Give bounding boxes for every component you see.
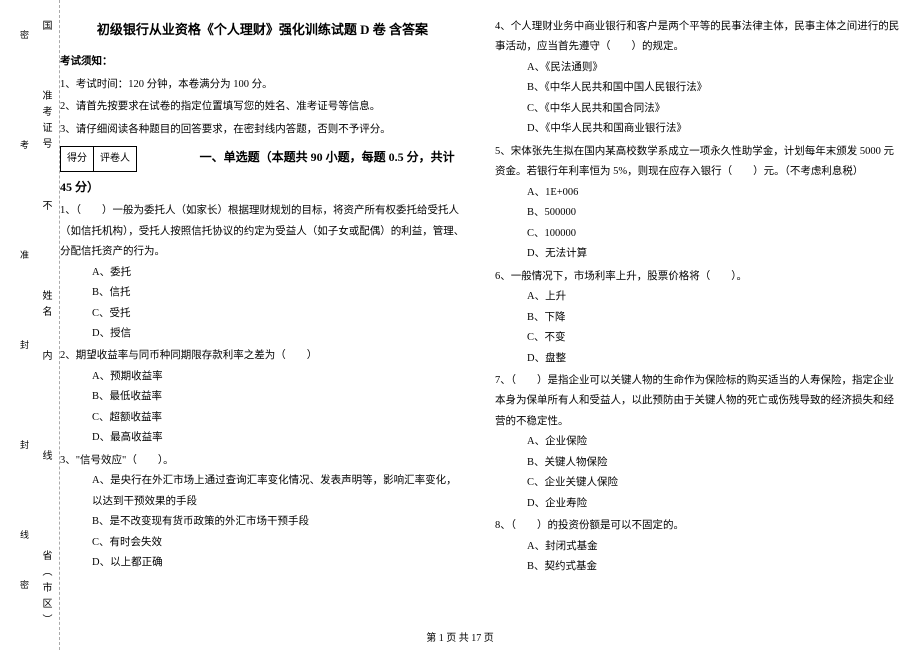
option: A、封闭式基金 xyxy=(495,537,900,557)
seal-label: 封 xyxy=(18,340,31,355)
notice-header: 考试须知： xyxy=(60,52,465,72)
question-stem: 3、"信号效应"（ ）。 xyxy=(60,451,465,471)
seal-label: 封 xyxy=(18,440,31,455)
option: B、关键人物保险 xyxy=(495,453,900,473)
option: D、最高收益率 xyxy=(60,428,465,448)
score-label: 得分 xyxy=(61,147,94,171)
option: A、《民法通则》 xyxy=(495,58,900,78)
question-stem: 5、宋体张先生拟在国内某高校数学系成立一项永久性助学金，计划每年末颁发 5000… xyxy=(495,142,900,183)
option: B、最低收益率 xyxy=(60,387,465,407)
option: D、《中华人民共和国商业银行法》 xyxy=(495,119,900,139)
option: A、预期收益率 xyxy=(60,367,465,387)
option: C、有时会失效 xyxy=(60,533,465,553)
option: A、企业保险 xyxy=(495,432,900,452)
option: B、500000 xyxy=(495,203,900,223)
option: D、授信 xyxy=(60,324,465,344)
option: B、下降 xyxy=(495,308,900,328)
question-stem: 1、（ ）一般为委托人（如家长）根据理财规划的目标，将资产所有权委托给受托人（如… xyxy=(60,201,465,262)
seal-label: 考 xyxy=(18,140,31,155)
notice-item: 3、请仔细阅读各种题目的回答要求，在密封线内答题，否则不予评分。 xyxy=(60,120,465,140)
option: C、《中华人民共和国合同法》 xyxy=(495,99,900,119)
right-column: 4、个人理财业务中商业银行和客户是两个平等的民事法律主体，民事主体之间进行的民事… xyxy=(495,15,900,625)
option: D、无法计算 xyxy=(495,244,900,264)
seal-label: 准 xyxy=(18,250,31,265)
binding-label: 省（市区） xyxy=(38,550,53,630)
option: A、1E+006 xyxy=(495,183,900,203)
question-stem: 7、（ ）是指企业可以关键人物的生命作为保险标的购买适当的人寿保险，指定企业本身… xyxy=(495,371,900,432)
option: D、以上都正确 xyxy=(60,553,465,573)
binding-strip: 国 准考证号 不 姓名 内 线 省（市区） 密 考 准 封 封 线 密 xyxy=(0,0,60,650)
page-body: 初级银行从业资格《个人理财》强化训练试题 D 卷 含答案 考试须知： 1、考试时… xyxy=(60,15,900,625)
exam-title: 初级银行从业资格《个人理财》强化训练试题 D 卷 含答案 xyxy=(60,17,465,42)
option: B、是不改变现有货币政策的外汇市场干预手段 xyxy=(60,512,465,532)
binding-label: 线 xyxy=(38,450,53,466)
seal-label: 密 xyxy=(18,580,31,595)
binding-label: 不 xyxy=(38,200,53,216)
seal-label: 线 xyxy=(18,530,31,545)
binding-label: 姓名 xyxy=(38,290,53,322)
option: D、盘整 xyxy=(495,349,900,369)
grader-label: 评卷人 xyxy=(94,147,136,171)
left-column: 初级银行从业资格《个人理财》强化训练试题 D 卷 含答案 考试须知： 1、考试时… xyxy=(60,15,465,625)
option: B、信托 xyxy=(60,283,465,303)
question-stem: 8、（ ）的投资份额是可以不固定的。 xyxy=(495,516,900,536)
option: C、受托 xyxy=(60,304,465,324)
binding-label: 内 xyxy=(38,350,53,366)
option: A、是央行在外汇市场上通过查询汇率变化情况、发表声明等，影响汇率变化，以达到干预… xyxy=(60,471,465,512)
question-stem: 6、一般情况下，市场利率上升，股票价格将（ ）。 xyxy=(495,267,900,287)
question-stem: 2、期望收益率与同币种同期限存款利率之差为（ ） xyxy=(60,346,465,366)
binding-label: 准考证号 xyxy=(38,90,53,154)
binding-label: 国 xyxy=(38,20,53,36)
page-footer: 第 1 页 共 17 页 xyxy=(0,629,920,644)
option: C、超额收益率 xyxy=(60,408,465,428)
option: B、《中华人民共和国中国人民银行法》 xyxy=(495,78,900,98)
option: A、委托 xyxy=(60,263,465,283)
notice-item: 2、请首先按要求在试卷的指定位置填写您的姓名、准考证号等信息。 xyxy=(60,97,465,117)
option: B、契约式基金 xyxy=(495,557,900,577)
score-box: 得分 评卷人 xyxy=(60,146,137,172)
option: C、企业关键人保险 xyxy=(495,473,900,493)
option: D、企业寿险 xyxy=(495,494,900,514)
option: C、100000 xyxy=(495,224,900,244)
notice-item: 1、考试时间：120 分钟，本卷满分为 100 分。 xyxy=(60,75,465,95)
question-stem: 4、个人理财业务中商业银行和客户是两个平等的民事法律主体，民事主体之间进行的民事… xyxy=(495,17,900,58)
option: C、不变 xyxy=(495,328,900,348)
seal-label: 密 xyxy=(18,30,31,45)
option: A、上升 xyxy=(495,287,900,307)
